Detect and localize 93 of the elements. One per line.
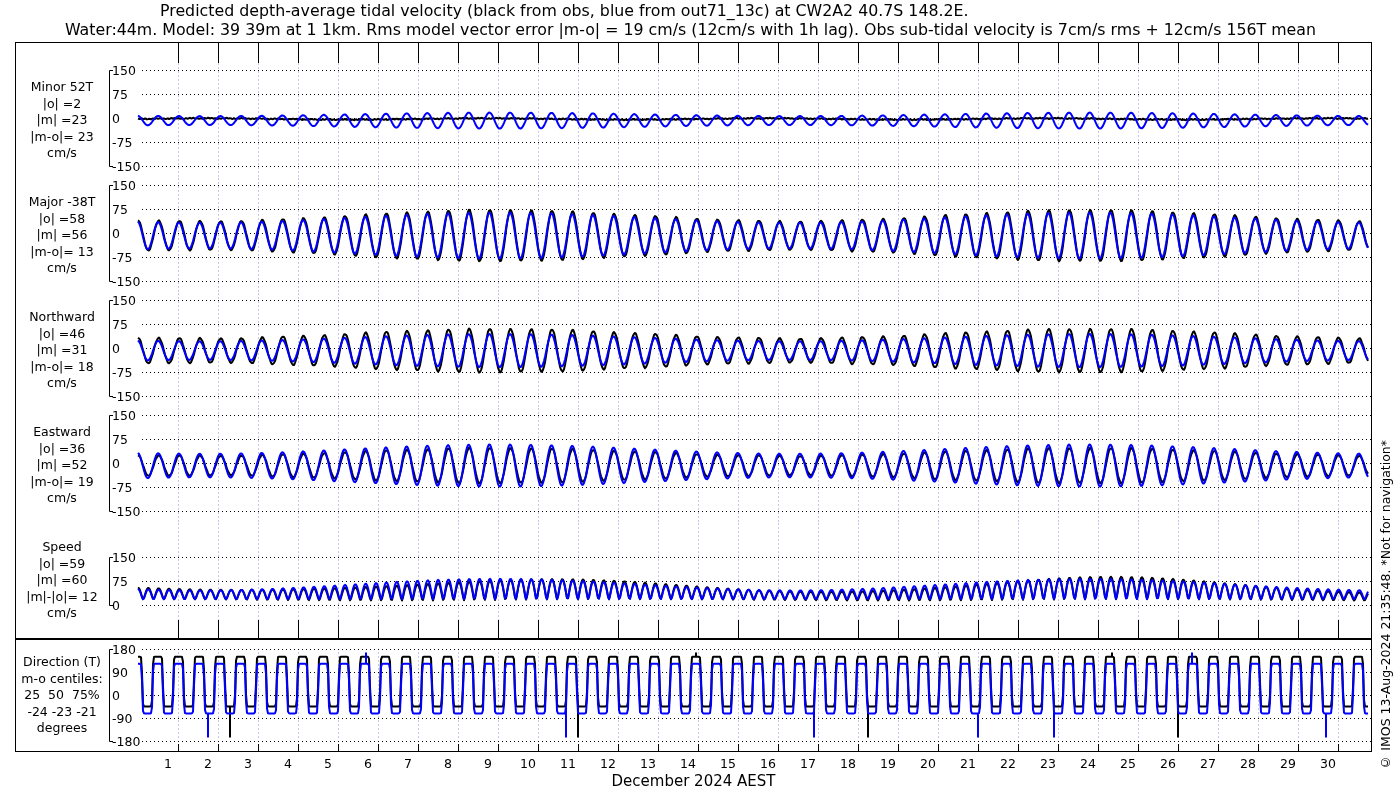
- panel-stat-text: cm/s: [47, 145, 77, 162]
- panel-stat-text: |m-o|= 19: [30, 473, 94, 491]
- panel-stat-text: |o| =2: [42, 95, 82, 113]
- axis-tick-label: 20: [920, 756, 936, 771]
- axis-tick-label: 14: [680, 756, 696, 771]
- axis-tick-label: 17: [800, 756, 816, 771]
- axis-tick-label: 150: [112, 549, 136, 565]
- axis-tick-label: 2: [204, 756, 212, 771]
- axis-tick-label: 26: [1160, 756, 1176, 771]
- panel-stat-text: Northward: [29, 309, 95, 326]
- axis-tick-label: 15: [720, 756, 736, 771]
- axis-tick-label: -150: [112, 273, 141, 289]
- axis-tick-label: 5: [324, 756, 332, 771]
- axis-tick-label: 10: [520, 756, 536, 771]
- axis-tick-label: 11: [560, 756, 576, 771]
- panel-stat-text: |m-o|= 13: [30, 243, 94, 261]
- axis-tick-label: -150: [112, 158, 141, 174]
- axis-tick-label: 150: [112, 63, 136, 78]
- axis-tick-label: 75: [112, 86, 128, 102]
- panel-stat-text: cm/s: [47, 490, 77, 507]
- axis-tick-label: 0: [112, 687, 120, 703]
- panel-stat-text: -24 -23 -21: [27, 703, 97, 721]
- axis-tick-label: -150: [112, 503, 141, 519]
- axis-tick-label: -75: [112, 134, 133, 150]
- axis-tick-label: 18: [840, 756, 856, 771]
- axis-tick-label: 6: [364, 756, 372, 771]
- axis-tick-label: 75: [112, 431, 128, 447]
- axis-tick-label: 0: [112, 225, 120, 241]
- axis-tick-label: 150: [112, 293, 136, 308]
- axis-tick-label: 29: [1280, 756, 1296, 771]
- axis-tick-label: 7: [404, 756, 412, 771]
- axis-tick-label: 75: [112, 573, 128, 589]
- axis-tick-label: 8: [444, 756, 452, 771]
- axis-tick-label: -75: [112, 479, 133, 495]
- panel-stat-text: |m-o|= 18: [30, 358, 94, 376]
- panel-stat-text: Speed: [42, 539, 82, 556]
- axis-title: December 2024 AEST: [610, 772, 777, 790]
- axis-tick-label: 4: [284, 756, 292, 771]
- panel-stat-text: |o| =46: [38, 325, 86, 343]
- axis-tick-label: 21: [960, 756, 976, 771]
- panel-stat-text: |m| =56: [36, 227, 88, 244]
- axis-tick-label: 150: [112, 408, 136, 423]
- axis-tick-label: 25: [1120, 756, 1136, 771]
- panel-stat-text: Direction (T): [23, 654, 101, 671]
- chart-title: Predicted depth-average tidal velocity (black from obs, blue from out71_13c) at CW2A2 40.7S 148.2E.: [159, 1, 970, 20]
- panel-stat-text: m-o centiles:: [21, 670, 103, 688]
- panel-stat-text: |o| =36: [38, 440, 86, 458]
- axis-tick-label: 9: [484, 756, 492, 771]
- panel-stat-text: |m| =60: [36, 572, 88, 589]
- chart-title: Water:44m. Model: 39 39m at 1 1km. Rms model vector error |m-o| = 19 cm/s (12cm/s with 1h lag). Obs sub-tidal velocity is 7cm/s rms + 12cm/s 156T mean: [64, 20, 1318, 39]
- axis-tick-label: 180: [112, 641, 136, 657]
- axis-tick-label: -90: [112, 710, 133, 726]
- axis-tick-label: 30: [1320, 756, 1336, 771]
- panel-stat-text: cm/s: [47, 375, 77, 392]
- panel-stat-text: degrees: [36, 720, 88, 737]
- panel-stat-text: Major -38T: [28, 194, 96, 211]
- panel-stat-text: 25 50 75%: [24, 687, 100, 704]
- axis-tick-label: 75: [112, 316, 128, 332]
- axis-tick-label: 90: [112, 664, 128, 680]
- y-axis-line: [109, 557, 114, 606]
- panel-stat-text: Eastward: [33, 424, 91, 441]
- panel-stat-text: |m| =23: [36, 112, 88, 129]
- axis-tick-label: 23: [1040, 756, 1056, 771]
- axis-tick-label: 24: [1080, 756, 1096, 771]
- axis-tick-label: 0: [112, 110, 120, 126]
- axis-tick-label: 3: [244, 756, 252, 771]
- axis-tick-label: 0: [112, 597, 120, 613]
- axis-tick-label: 0: [112, 340, 120, 356]
- axis-tick-label: 75: [112, 201, 128, 217]
- panel-stat-text: |m| =31: [36, 342, 88, 359]
- axis-tick-label: 16: [760, 756, 776, 771]
- panel-stat-text: cm/s: [47, 605, 77, 622]
- axis-tick-label: 13: [640, 756, 656, 771]
- panel-stat-text: |o| =58: [38, 210, 86, 228]
- axis-tick-label: 22: [1000, 756, 1016, 771]
- panel-stat-text: |m-o|= 23: [30, 128, 94, 146]
- axis-tick-label: 28: [1240, 756, 1256, 771]
- axis-tick-label: 27: [1200, 756, 1216, 771]
- axis-tick-label: 150: [112, 178, 136, 193]
- panel-stat-text: Minor 52T: [30, 79, 94, 96]
- axis-tick-label: -180: [112, 733, 141, 749]
- panel-stat-text: |o| =59: [38, 555, 86, 573]
- panel-stat-text: cm/s: [47, 260, 77, 277]
- axis-tick-label: 12: [600, 756, 616, 771]
- panel-stat-text: |m| =52: [36, 457, 88, 474]
- panel-stat-text: |m|-|o|= 12: [26, 588, 98, 606]
- axis-tick-label: -75: [112, 249, 133, 265]
- copyright-note: © IMOS 13-Aug-2024 21:35:48. *Not for navigation*: [1377, 440, 1394, 770]
- axis-tick-label: 1: [164, 756, 172, 771]
- axis-tick-label: -150: [112, 388, 141, 404]
- axis-tick-label: -75: [112, 364, 133, 380]
- axis-tick-label: 0: [112, 455, 120, 471]
- axis-tick-label: 19: [880, 756, 896, 771]
